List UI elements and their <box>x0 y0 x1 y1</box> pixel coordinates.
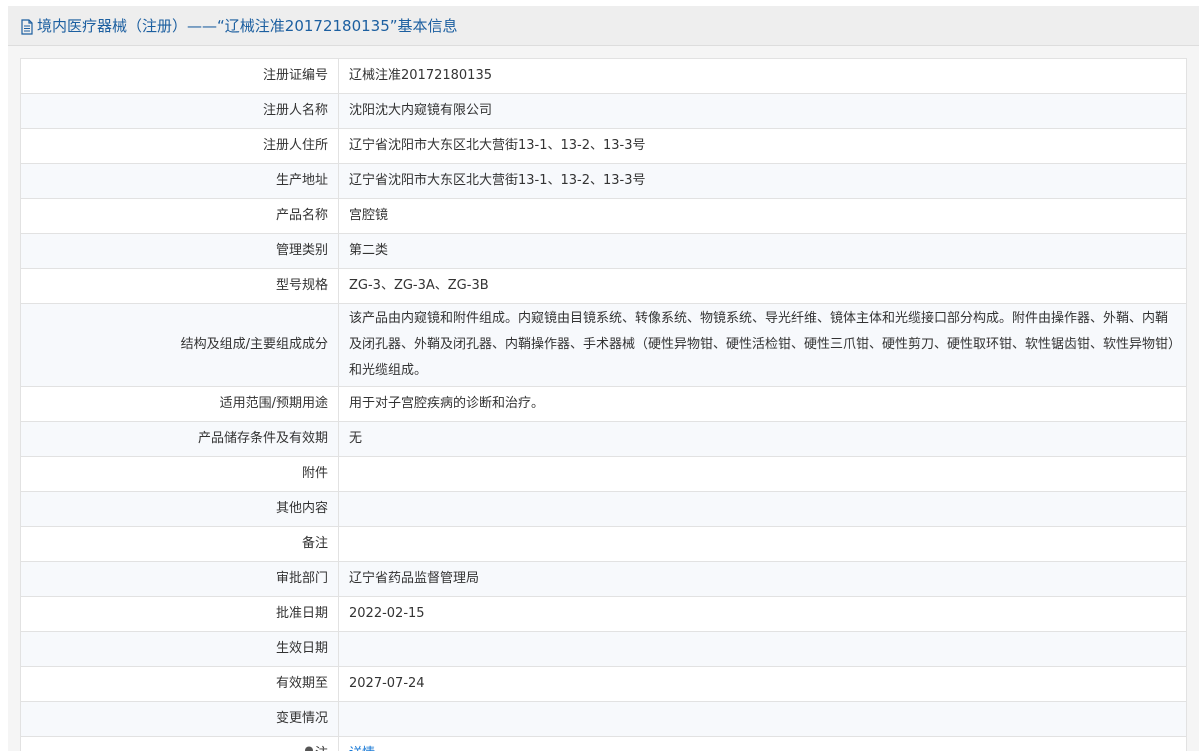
row-label: 适用范围/预期用途 <box>20 386 339 422</box>
document-icon <box>21 18 33 35</box>
row-label: 其他内容 <box>20 491 339 527</box>
row-label: 变更情况 <box>20 701 339 737</box>
table-row: 附件 <box>20 456 1187 492</box>
page: 境内医疗器械（注册）——“辽械注准20172180135”基本信息 注册证编号 … <box>0 0 1199 751</box>
row-label: 注册证编号 <box>20 58 339 94</box>
note-value-cell: 详情 <box>338 736 1187 751</box>
table-row: 审批部门 辽宁省药品监督管理局 <box>20 561 1187 597</box>
row-label: 注册人住所 <box>20 128 339 164</box>
row-value <box>338 491 1187 527</box>
lightbulb-icon <box>304 746 313 751</box>
row-label: 生效日期 <box>20 631 339 667</box>
page-header: 境内医疗器械（注册）——“辽械注准20172180135”基本信息 <box>8 6 1199 46</box>
row-label: 管理类别 <box>20 233 339 269</box>
row-label: 有效期至 <box>20 666 339 702</box>
row-label: 产品储存条件及有效期 <box>20 421 339 457</box>
table-row: 生产地址 辽宁省沈阳市大东区北大营街13-1、13-2、13-3号 <box>20 163 1187 199</box>
detail-link[interactable]: 详情 <box>349 746 375 751</box>
page-title: 境内医疗器械（注册）——“辽械注准20172180135”基本信息 <box>37 17 458 35</box>
table-row: 批准日期 2022-02-15 <box>20 596 1187 632</box>
row-label: 备注 <box>20 526 339 562</box>
row-label: 结构及组成/主要组成成分 <box>20 303 339 387</box>
row-value: 2022-02-15 <box>338 596 1187 632</box>
table-row: 适用范围/预期用途 用于对子宫腔疾病的诊断和治疗。 <box>20 386 1187 422</box>
table-row: 备注 <box>20 526 1187 562</box>
table-row: 生效日期 <box>20 631 1187 667</box>
row-value <box>338 631 1187 667</box>
row-label: 生产地址 <box>20 163 339 199</box>
row-value: 用于对子宫腔疾病的诊断和治疗。 <box>338 386 1187 422</box>
content-area: 注册证编号 辽械注准20172180135 注册人名称 沈阳沈大内窥镜有限公司 … <box>8 46 1199 751</box>
row-value: 辽宁省药品监督管理局 <box>338 561 1187 597</box>
table-row: 管理类别 第二类 <box>20 233 1187 269</box>
row-value <box>338 456 1187 492</box>
row-value: 第二类 <box>338 233 1187 269</box>
row-label: 审批部门 <box>20 561 339 597</box>
row-label: 注册人名称 <box>20 93 339 129</box>
row-value: 辽宁省沈阳市大东区北大营街13-1、13-2、13-3号 <box>338 163 1187 199</box>
note-label-cell: 注 <box>20 736 339 751</box>
row-value: 辽械注准20172180135 <box>338 58 1187 94</box>
table-row: 变更情况 <box>20 701 1187 737</box>
row-value <box>338 526 1187 562</box>
table-row: 其他内容 <box>20 491 1187 527</box>
row-label: 批准日期 <box>20 596 339 632</box>
table-row: 型号规格 ZG-3、ZG-3A、ZG-3B <box>20 268 1187 304</box>
table-row: 注册人住所 辽宁省沈阳市大东区北大营街13-1、13-2、13-3号 <box>20 128 1187 164</box>
row-value: 沈阳沈大内窥镜有限公司 <box>338 93 1187 129</box>
row-label: 型号规格 <box>20 268 339 304</box>
row-value: 辽宁省沈阳市大东区北大营街13-1、13-2、13-3号 <box>338 128 1187 164</box>
info-table: 注册证编号 辽械注准20172180135 注册人名称 沈阳沈大内窥镜有限公司 … <box>20 58 1187 751</box>
row-label: 产品名称 <box>20 198 339 234</box>
table-row: 有效期至 2027-07-24 <box>20 666 1187 702</box>
note-row: 注 详情 <box>20 736 1187 751</box>
row-label: 附件 <box>20 456 339 492</box>
note-label: 注 <box>315 746 328 751</box>
table-row: 结构及组成/主要组成成分 该产品由内窥镜和附件组成。内窥镜由目镜系统、转像系统、… <box>20 303 1187 387</box>
row-value: ZG-3、ZG-3A、ZG-3B <box>338 268 1187 304</box>
table-row: 注册证编号 辽械注准20172180135 <box>20 58 1187 94</box>
table-row: 产品名称 宫腔镜 <box>20 198 1187 234</box>
table-row: 产品储存条件及有效期 无 <box>20 421 1187 457</box>
table-row: 注册人名称 沈阳沈大内窥镜有限公司 <box>20 93 1187 129</box>
row-value: 该产品由内窥镜和附件组成。内窥镜由目镜系统、转像系统、物镜系统、导光纤维、镜体主… <box>338 303 1187 387</box>
row-value: 2027-07-24 <box>338 666 1187 702</box>
row-value: 宫腔镜 <box>338 198 1187 234</box>
row-value <box>338 701 1187 737</box>
row-value: 无 <box>338 421 1187 457</box>
